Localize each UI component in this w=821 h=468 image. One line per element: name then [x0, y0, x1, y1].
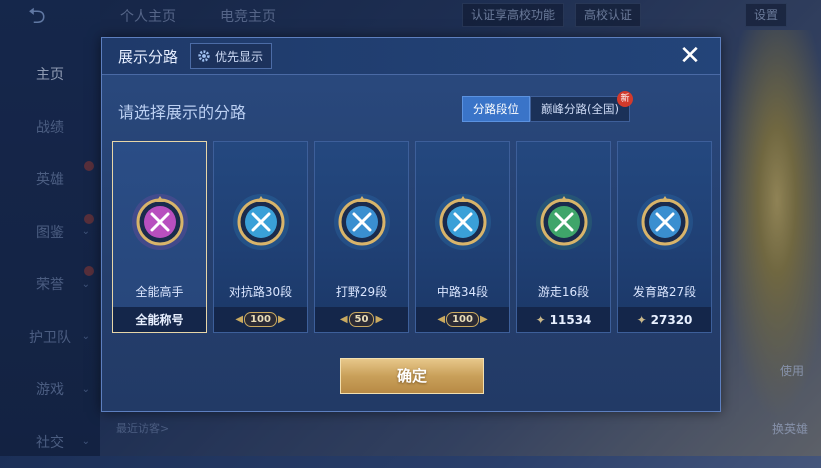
tab-lane-rank[interactable]: 分路段位: [462, 96, 530, 122]
lane-card[interactable]: 对抗路30段 ◀100▶: [213, 141, 308, 333]
gear-icon: [197, 49, 211, 63]
clash-lane-emblem-icon: [231, 192, 291, 252]
lane-card[interactable]: 中路34段 ◀100▶: [415, 141, 510, 333]
peak-score-icon: ✦: [536, 313, 546, 327]
lane-card-label: 游走16段: [517, 283, 610, 300]
peak-score-value: 27320: [651, 313, 693, 327]
peak-score-value: 11534: [550, 313, 592, 327]
lane-card-label: 中路34段: [416, 283, 509, 300]
dialog-header: 展示分路 优先显示 ✕: [102, 38, 720, 75]
farm-lane-emblem-icon: [635, 192, 695, 252]
priority-display-label: 优先显示: [215, 48, 263, 65]
confirm-button[interactable]: 确定: [340, 358, 484, 394]
lane-display-dialog: 展示分路 优先显示 ✕ 请选择展示的分路 分路段位 巅峰分路(全国)新 全能高手…: [101, 37, 721, 412]
lane-card-footer: ◀50▶: [315, 307, 408, 332]
lane-card[interactable]: 全能高手全能称号: [112, 141, 207, 333]
lane-card[interactable]: 游走16段 ✦ 11534: [516, 141, 611, 333]
lane-card-label: 打野29段: [315, 283, 408, 300]
lane-card-label: 全能高手: [113, 283, 206, 300]
allround-emblem-icon: [130, 192, 190, 252]
rank-badge-value: 100: [244, 312, 277, 327]
dialog-subtitle: 请选择展示的分路: [118, 99, 246, 123]
wing-left-icon: ◀: [437, 314, 445, 325]
wing-left-icon: ◀: [235, 314, 243, 325]
lane-card[interactable]: 发育路27段 ✦ 27320: [617, 141, 712, 333]
rank-badge-value: 50: [349, 312, 375, 327]
rank-badge: ◀50▶: [339, 312, 384, 327]
lane-card-footer: ✦ 27320: [618, 307, 711, 332]
lane-card-footer: ✦ 11534: [517, 307, 610, 332]
wing-left-icon: ◀: [340, 314, 348, 325]
rank-badge: ◀100▶: [436, 312, 488, 327]
wing-right-icon: ▶: [278, 314, 286, 325]
rank-badge: ◀100▶: [234, 312, 286, 327]
jungle-emblem-icon: [332, 192, 392, 252]
lane-card-list: 全能高手全能称号对抗路30段◀100▶打野29段◀50▶中路34段◀100▶游走…: [112, 141, 712, 333]
wing-right-icon: ▶: [375, 314, 383, 325]
dialog-title: 展示分路: [118, 46, 178, 67]
rank-badge-value: 100: [446, 312, 479, 327]
lane-card-label: 对抗路30段: [214, 283, 307, 300]
title-label: 全能称号: [135, 311, 183, 328]
wing-right-icon: ▶: [480, 314, 488, 325]
priority-display-button[interactable]: 优先显示: [190, 43, 272, 69]
tab-peak-lane[interactable]: 巅峰分路(全国)新: [530, 96, 630, 122]
lane-card-footer: ◀100▶: [416, 307, 509, 332]
peak-score-icon: ✦: [637, 313, 647, 327]
lane-card-label: 发育路27段: [618, 283, 711, 300]
lane-card-footer: ◀100▶: [214, 307, 307, 332]
mid-lane-emblem-icon: [433, 192, 493, 252]
roam-emblem-icon: [534, 192, 594, 252]
close-icon[interactable]: ✕: [676, 42, 704, 70]
tab-peak-lane-label: 巅峰分路(全国): [541, 102, 619, 116]
new-badge: 新: [617, 91, 633, 107]
lane-card-footer: 全能称号: [113, 307, 206, 332]
lane-card[interactable]: 打野29段 ◀50▶: [314, 141, 409, 333]
lane-mode-toggle: 分路段位 巅峰分路(全国)新: [462, 96, 630, 120]
